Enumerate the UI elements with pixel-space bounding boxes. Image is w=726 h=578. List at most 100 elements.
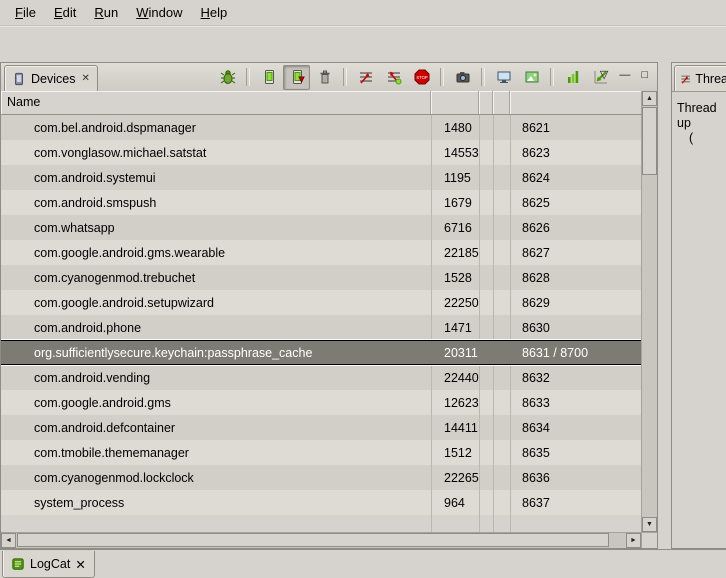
- process-name: org.sufficientlysecure.keychain:passphra…: [1, 346, 431, 360]
- process-port: 8636: [510, 471, 641, 485]
- tab-threads[interactable]: Threa: [674, 65, 726, 91]
- method-profiling-button[interactable]: [380, 65, 407, 90]
- threads-panel: Threa Thread up (: [671, 62, 726, 549]
- view-hierarchy-button[interactable]: [490, 65, 517, 90]
- process-pid: 1195: [431, 171, 479, 185]
- threads-message: Thread up (: [672, 92, 726, 146]
- devices-toolbar: STOP: [214, 65, 614, 89]
- process-port: 8623: [510, 146, 641, 160]
- tab-logcat-label: LogCat: [30, 557, 70, 571]
- process-row[interactable]: system_process 964 8637: [1, 490, 641, 515]
- view-menu-icon[interactable]: ▽: [600, 68, 608, 82]
- menu-file[interactable]: File: [6, 2, 45, 23]
- process-port: 8624: [510, 171, 641, 185]
- device-icon: [12, 72, 26, 86]
- dump-hprof-button[interactable]: [283, 65, 310, 90]
- scroll-up-icon[interactable]: ▲: [642, 91, 657, 106]
- process-name: com.bel.android.dspmanager: [1, 121, 431, 135]
- toolbar-separator: [343, 68, 347, 86]
- logcat-icon: [11, 557, 25, 571]
- horizontal-scrollbar-thumb[interactable]: [17, 533, 609, 547]
- process-pid: 964: [431, 496, 479, 510]
- process-name: com.android.defcontainer: [1, 421, 431, 435]
- process-pid: 12623: [431, 396, 479, 410]
- process-port: 8621: [510, 121, 641, 135]
- minimize-icon[interactable]: —: [619, 68, 630, 82]
- process-name: com.android.vending: [1, 371, 431, 385]
- process-row[interactable]: com.android.systemui 1195 8624: [1, 165, 641, 190]
- process-row[interactable]: com.cyanogenmod.trebuchet 1528 8628: [1, 265, 641, 290]
- vertical-scrollbar-thumb[interactable]: [642, 107, 657, 175]
- close-icon[interactable]: ✕: [81, 73, 89, 84]
- process-pid: 14411: [431, 421, 479, 435]
- menu-window[interactable]: Window: [127, 2, 191, 23]
- cause-gc-button[interactable]: [311, 65, 338, 90]
- threads-tab-icon: [680, 72, 691, 86]
- process-pid: 1679: [431, 196, 479, 210]
- process-name: com.tmobile.thememanager: [1, 446, 431, 460]
- process-row[interactable]: com.android.vending 22440 8632: [1, 365, 641, 390]
- scroll-left-icon[interactable]: ◄: [1, 533, 16, 548]
- process-port: 8629: [510, 296, 641, 310]
- process-row[interactable]: com.whatsapp 6716 8626: [1, 215, 641, 240]
- close-icon[interactable]: ✕: [75, 557, 85, 572]
- column-header-spacer1[interactable]: [479, 91, 493, 114]
- process-row[interactable]: com.cyanogenmod.lockclock 22265 8636: [1, 465, 641, 490]
- menu-help[interactable]: Help: [191, 2, 236, 23]
- tab-logcat[interactable]: LogCat ✕: [2, 551, 95, 578]
- column-header-port[interactable]: [510, 91, 641, 114]
- process-row[interactable]: com.bel.android.dspmanager 1480 8621: [1, 115, 641, 140]
- panel-sash[interactable]: [658, 62, 671, 549]
- tab-devices-label: Devices: [31, 72, 75, 86]
- scroll-right-icon[interactable]: ►: [626, 533, 641, 548]
- stop-process-button[interactable]: STOP: [408, 65, 435, 90]
- process-row[interactable]: com.android.phone 1471 8630: [1, 315, 641, 340]
- process-name: com.android.systemui: [1, 171, 431, 185]
- process-port: 8634: [510, 421, 641, 435]
- scroll-down-icon[interactable]: ▼: [642, 517, 657, 532]
- process-name: com.whatsapp: [1, 221, 431, 235]
- phone-hprof-icon: [289, 69, 305, 85]
- menu-bar: File Edit Run Window Help: [0, 0, 726, 26]
- process-pid: 22265: [431, 471, 479, 485]
- maximize-icon[interactable]: □: [641, 68, 648, 82]
- process-pid: 22250: [431, 296, 479, 310]
- devices-window-controls: ▽ — □: [600, 68, 648, 82]
- process-row[interactable]: com.google.android.gms 12623 8633: [1, 390, 641, 415]
- screen-capture-button[interactable]: [449, 65, 476, 90]
- process-table: Name com.bel.android.dspmanager 1480 862…: [1, 91, 657, 548]
- process-row[interactable]: com.google.android.setupwizard 22250 862…: [1, 290, 641, 315]
- main-area: Devices ✕: [0, 62, 726, 549]
- column-header-pid[interactable]: [431, 91, 479, 114]
- scrollbar-corner: [641, 532, 657, 548]
- update-threads-button[interactable]: [352, 65, 379, 90]
- devices-panel-header: Devices ✕: [1, 63, 657, 92]
- menu-run[interactable]: Run: [85, 2, 127, 23]
- process-pid: 1471: [431, 321, 479, 335]
- tab-devices[interactable]: Devices ✕: [4, 65, 98, 91]
- column-header-spacer2[interactable]: [493, 91, 510, 114]
- process-row[interactable]: com.tmobile.thememanager 1512 8635: [1, 440, 641, 465]
- process-name: com.google.android.setupwizard: [1, 296, 431, 310]
- menu-edit[interactable]: Edit: [45, 2, 85, 23]
- heap-updates-button[interactable]: [559, 65, 586, 90]
- vertical-scrollbar[interactable]: ▲ ▼: [641, 91, 657, 532]
- process-row[interactable]: com.android.defcontainer 14411 8634: [1, 415, 641, 440]
- process-pid: 20311: [431, 346, 479, 360]
- threads-profiling-icon: [386, 69, 402, 85]
- process-row[interactable]: com.vonglasow.michael.satstat 14553 8623: [1, 140, 641, 165]
- process-port: 8632: [510, 371, 641, 385]
- debug-process-button[interactable]: [214, 65, 241, 90]
- column-header-name[interactable]: Name: [1, 91, 431, 114]
- process-row[interactable]: com.android.smspush 1679 8625: [1, 190, 641, 215]
- horizontal-scrollbar[interactable]: ◄ ►: [1, 532, 641, 548]
- threads-panel-header: Threa: [672, 63, 726, 92]
- process-row[interactable]: org.sufficientlysecure.keychain:passphra…: [1, 340, 641, 365]
- toolbar-separator: [550, 68, 554, 86]
- process-row[interactable]: com.google.android.gms.wearable 22185 86…: [1, 240, 641, 265]
- process-pid: 22440: [431, 371, 479, 385]
- update-heap-button[interactable]: [255, 65, 282, 90]
- capture-image-button[interactable]: [518, 65, 545, 90]
- process-pid: 6716: [431, 221, 479, 235]
- toolbar-separator: [440, 68, 444, 86]
